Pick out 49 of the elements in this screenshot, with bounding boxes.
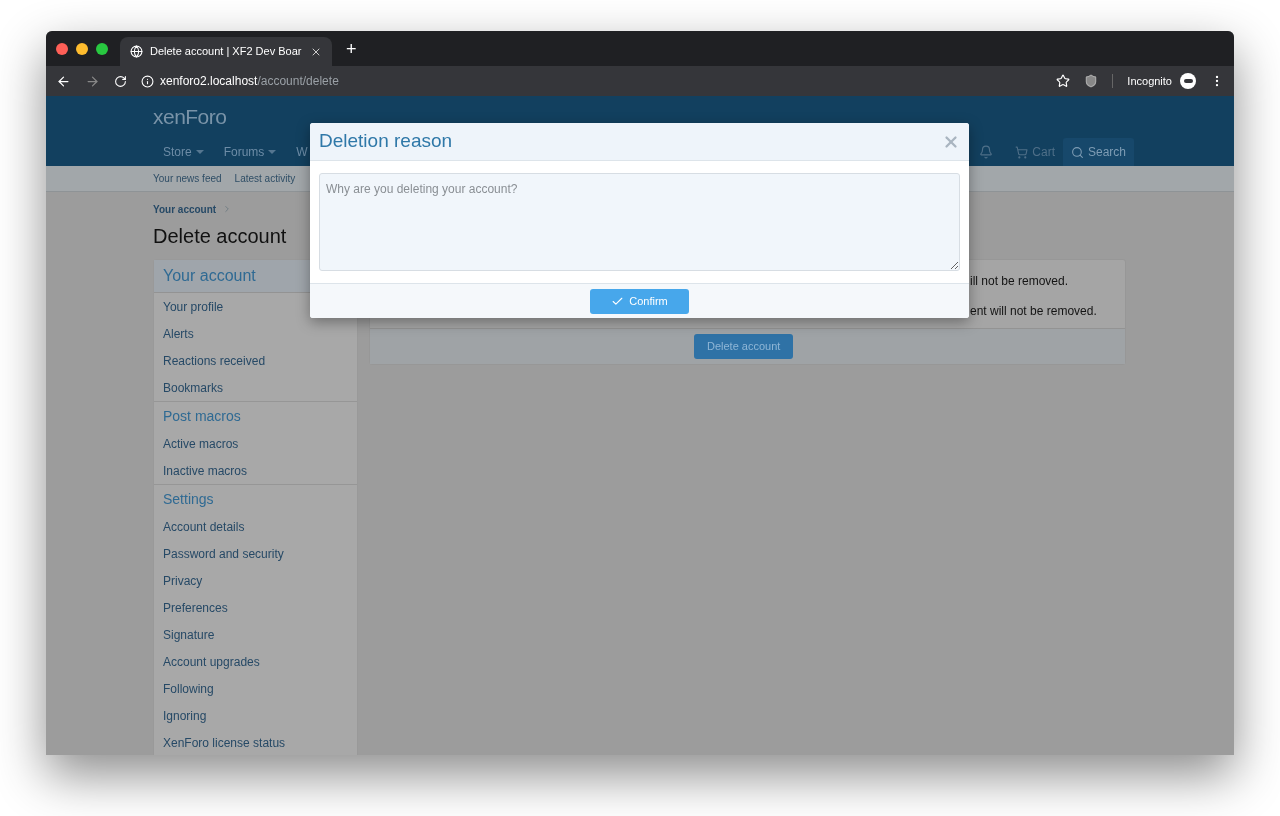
caret-icon	[195, 150, 204, 154]
dialog-title: Deletion reason	[319, 129, 454, 154]
sidebar-item[interactable]: Active macros	[154, 430, 357, 457]
sidebar-item[interactable]: Signature	[154, 621, 357, 648]
delete-account-button[interactable]: Delete account	[694, 334, 794, 359]
forward-icon[interactable]	[85, 73, 100, 89]
cart-icon	[1015, 145, 1029, 159]
shield-icon[interactable]	[1084, 74, 1099, 88]
bookmark-star-icon[interactable]	[1056, 74, 1071, 88]
sidebar-item[interactable]: Account upgrades	[154, 648, 357, 675]
minimize-window-icon[interactable]	[76, 42, 88, 55]
sidebar-item[interactable]: Inactive macros	[154, 457, 357, 484]
page-title: Delete account	[153, 224, 288, 248]
notice-text: ent will not be removed.	[970, 303, 1098, 320]
sidebar-heading: Settings	[162, 489, 215, 509]
globe-icon	[130, 45, 143, 58]
maximize-window-icon[interactable]	[96, 42, 108, 55]
sidebar-item[interactable]: Account details	[154, 513, 357, 540]
sidebar-item[interactable]: Bookmarks	[154, 374, 357, 401]
sidebar-heading: Post macros	[162, 406, 242, 426]
url-field[interactable]: xenforo2.localhost/account/delete	[141, 69, 1043, 93]
browser-tab[interactable]: Delete account | XF2 Dev Boar	[120, 37, 332, 66]
confirm-button[interactable]: Confirm	[590, 288, 689, 314]
sub-nav-link[interactable]: Your news feed	[153, 171, 222, 186]
tab-title: Delete account | XF2 Dev Boar	[150, 44, 303, 60]
back-icon[interactable]	[56, 73, 71, 89]
sidebar-item[interactable]: Alerts	[154, 320, 357, 347]
info-icon	[141, 74, 154, 88]
new-tab-button[interactable]: +	[346, 39, 357, 58]
sidebar-item[interactable]: Following	[154, 675, 357, 702]
nav-tab[interactable]: Forums	[213, 138, 287, 166]
reload-icon[interactable]	[114, 74, 127, 88]
sidebar-item[interactable]: Ignoring	[154, 702, 357, 729]
close-window-icon[interactable]	[56, 42, 68, 55]
profile-label[interactable]: Incognito	[1127, 72, 1172, 90]
search-icon	[1070, 145, 1084, 159]
sidebar-item[interactable]: Preferences	[154, 594, 357, 621]
caret-icon	[268, 150, 277, 154]
notice-text: ill not be removed.	[970, 273, 1070, 290]
sidebar-item[interactable]: Password and security	[154, 540, 357, 567]
sidebar-item[interactable]: Reactions received	[154, 347, 357, 374]
reason-field[interactable]: Why are you deleting your account?	[319, 173, 960, 271]
search-button[interactable]: Search	[1062, 138, 1134, 166]
sub-nav-link[interactable]: Latest activity	[234, 171, 296, 186]
sidebar-item[interactable]: Privacy	[154, 567, 357, 594]
nav-tab[interactable]: Store	[153, 138, 214, 166]
url-text: xenforo2.localhost/account/delete	[160, 73, 339, 90]
breadcrumb-link[interactable]: Your account	[153, 201, 217, 217]
sidebar-item[interactable]: XenForo license status	[154, 729, 357, 755]
